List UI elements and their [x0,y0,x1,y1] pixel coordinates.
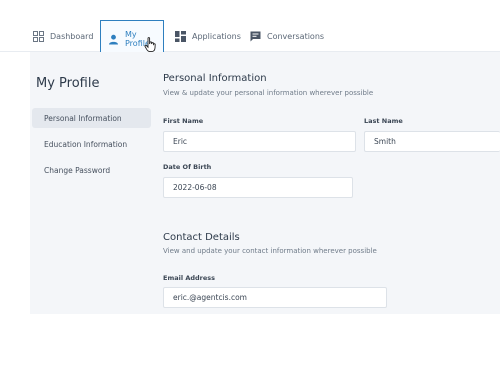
email-address-field[interactable]: eric.@agentcis.com [163,287,387,308]
user-icon [108,34,119,45]
tab-applications[interactable]: Applications [175,26,241,46]
first-name-field[interactable]: Eric [163,131,356,152]
first-name-label: First Name [163,117,204,125]
chat-icon [250,31,261,42]
sidebar-item-personal-information[interactable]: Personal Information [32,108,151,128]
personal-information-subtitle: View & update your personal information … [163,89,374,97]
contact-details-subtitle: View and update your contact information… [163,247,377,255]
sidebar-title: My Profile [36,76,100,91]
last-name-field[interactable]: Smith [364,131,500,152]
tab-dashboard-label: Dashboard [50,31,94,41]
tab-conversations[interactable]: Conversations [250,26,324,46]
tab-conversations-label: Conversations [267,31,325,41]
date-of-birth-label: Date Of Birth [163,163,212,171]
hand-cursor-icon [144,37,158,53]
tab-applications-label: Applications [192,31,241,41]
contact-details-title: Contact Details [163,232,240,243]
personal-information-title: Personal Information [163,73,267,84]
sidebar-item-change-password[interactable]: Change Password [32,160,151,180]
dashboard-grid-icon [33,30,44,42]
tab-dashboard[interactable]: Dashboard [33,26,93,46]
last-name-label: Last Name [364,117,403,125]
email-address-label: Email Address [163,274,216,282]
applications-icon [175,30,186,42]
sidebar-item-education-information[interactable]: Education Information [32,134,151,154]
date-of-birth-field[interactable]: 2022-06-08 [163,177,353,198]
top-navigation: Dashboard My Profile Applications Conver… [0,0,500,58]
